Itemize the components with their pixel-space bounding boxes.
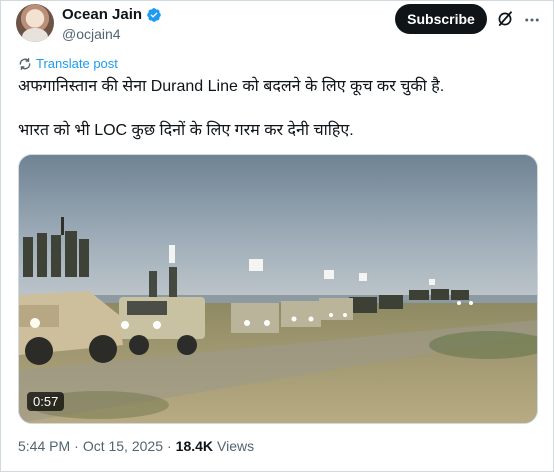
author-handle[interactable]: @ocjain4	[62, 26, 121, 42]
post-text-line-2: भारत को भी LOC कुछ दिनों के लिए गरम कर द…	[18, 122, 354, 139]
subscribe-button[interactable]: Subscribe	[395, 4, 487, 34]
translate-label[interactable]: Translate post	[36, 56, 118, 71]
post-meta: 5:44 PM · Oct 15, 2025 · 18.4K Views	[18, 438, 254, 454]
video-player[interactable]: 0:57	[18, 154, 538, 424]
author-name-row[interactable]: Ocean Jain	[62, 6, 162, 23]
meta-separator-2: ·	[166, 438, 172, 454]
author-name[interactable]: Ocean Jain	[62, 6, 142, 23]
avatar[interactable]	[16, 4, 54, 42]
post-time[interactable]: 5:44 PM	[18, 438, 70, 454]
views-label: Views	[217, 438, 255, 454]
views-count: 18.4K	[175, 438, 214, 454]
translate-post-link[interactable]: Translate post	[18, 56, 118, 71]
verified-badge-icon	[147, 7, 161, 22]
more-icon[interactable]	[523, 11, 541, 29]
post-date[interactable]: Oct 15, 2025	[83, 438, 163, 454]
grok-icon[interactable]	[496, 10, 514, 28]
translate-icon	[19, 57, 31, 70]
meta-separator: ·	[74, 438, 79, 454]
video-duration-badge: 0:57	[27, 392, 65, 411]
post-text-line-1: अफगानिस्तान की सेना Durand Line को बदलने…	[18, 78, 445, 95]
video-thumbnail	[19, 155, 537, 423]
